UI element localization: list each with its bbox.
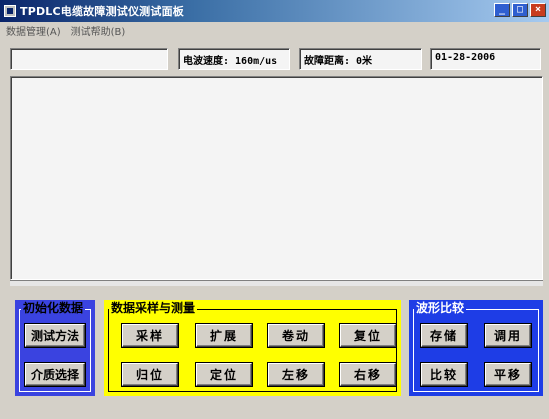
test-method-button[interactable]: 测试方法 xyxy=(25,324,85,347)
menu-bar: 数据管理(A) 测试帮助(B) xyxy=(0,22,549,38)
waveform-compare-title: 波形比较 xyxy=(414,301,467,315)
status-field-blank xyxy=(10,48,168,70)
minimize-button[interactable]: _ xyxy=(494,3,510,17)
init-data-title: 初始化数据 xyxy=(21,301,86,315)
recall-button[interactable]: 调用 xyxy=(485,324,531,347)
pan-button[interactable]: 平移 xyxy=(485,363,531,386)
scroll-button[interactable]: 卷动 xyxy=(268,324,324,347)
fault-distance-field: 故障距离: 0米 xyxy=(299,48,422,70)
title-bar[interactable]: TPDLC电缆故障测试仪测试面板 _ □ × xyxy=(0,0,549,22)
window-title: TPDLC电缆故障测试仪测试面板 xyxy=(20,5,184,18)
move-right-button[interactable]: 右移 xyxy=(340,363,396,386)
store-button[interactable]: 存储 xyxy=(421,324,467,347)
window-controls: _ □ × xyxy=(494,3,546,17)
waveform-scroll-strip[interactable] xyxy=(10,280,543,286)
date-field: 01-28-2006 xyxy=(430,48,541,70)
sample-button[interactable]: 采样 xyxy=(122,324,178,347)
app-icon[interactable] xyxy=(4,5,16,17)
waveform-display[interactable] xyxy=(10,76,543,280)
move-left-button[interactable]: 左移 xyxy=(268,363,324,386)
sampling-title: 数据采样与测量 xyxy=(109,301,198,315)
compare-button[interactable]: 比较 xyxy=(421,363,467,386)
reset-button[interactable]: 复位 xyxy=(340,324,396,347)
maximize-button[interactable]: □ xyxy=(512,3,528,17)
locate-button[interactable]: 定位 xyxy=(196,363,252,386)
menu-test-help[interactable]: 测试帮助(B) xyxy=(71,23,126,38)
close-button[interactable]: × xyxy=(530,3,546,17)
main-window: TPDLC电缆故障测试仪测试面板 _ □ × 数据管理(A) 测试帮助(B) 电… xyxy=(0,0,549,419)
medium-select-button[interactable]: 介质选择 xyxy=(25,363,85,386)
waveform-compare-group: 波形比较 存储 调用 比较 平移 xyxy=(409,300,543,396)
menu-data-management[interactable]: 数据管理(A) xyxy=(6,23,61,38)
sampling-group: 数据采样与测量 采样 扩展 卷动 复位 归位 定位 左移 右移 xyxy=(104,300,401,396)
wave-speed-field: 电波速度: 160m/us xyxy=(178,48,290,70)
expand-button[interactable]: 扩展 xyxy=(196,324,252,347)
home-button[interactable]: 归位 xyxy=(122,363,178,386)
init-data-group: 初始化数据 测试方法 介质选择 xyxy=(15,300,95,396)
